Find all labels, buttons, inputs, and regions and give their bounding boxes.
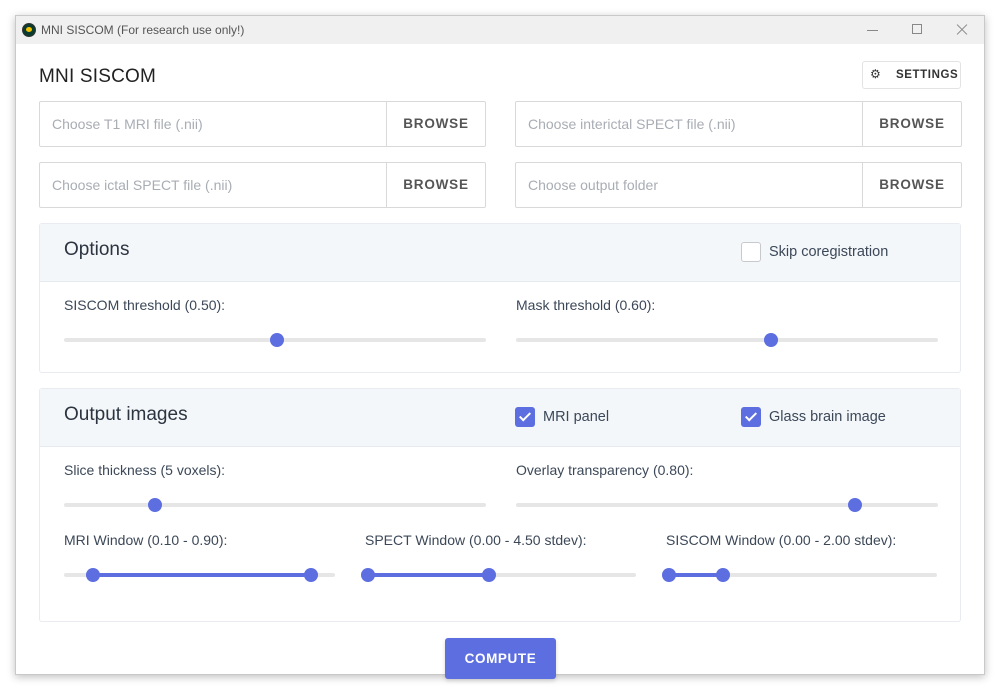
output-images-title: Output images (64, 404, 188, 425)
spect-window-low-thumb[interactable] (361, 568, 375, 582)
interictal-file-input[interactable] (516, 102, 862, 146)
interictal-browse-button[interactable]: BROWSE (862, 102, 961, 146)
siscom-window-high-thumb[interactable] (716, 568, 730, 582)
siscom-window-label: SISCOM Window (0.00 - 2.00 stdev): (666, 532, 897, 548)
siscom-window-range (669, 573, 723, 577)
options-title: Options (64, 239, 130, 260)
settings-label: SETTINGS (896, 69, 959, 81)
minimize-icon (867, 30, 878, 31)
output-images-card: Output images MRI panel Glass brain imag… (39, 388, 961, 622)
t1-file-group: BROWSE (39, 101, 486, 147)
page-title: MNI SISCOM (39, 66, 157, 87)
slice-thickness-slider[interactable] (64, 498, 486, 512)
overlay-transparency-slider[interactable] (516, 498, 938, 512)
siscom-threshold-label: SISCOM threshold (0.50): (64, 297, 226, 313)
skip-coregistration-checkbox[interactable] (741, 242, 761, 262)
slice-thickness-thumb[interactable] (148, 498, 162, 512)
brain-app-icon (22, 23, 36, 37)
options-header: Options Skip coregistration (40, 224, 960, 282)
spect-window-label: SPECT Window (0.00 - 4.50 stdev): (365, 532, 587, 548)
output-images-header: Output images MRI panel Glass brain imag… (40, 389, 960, 447)
t1-file-input[interactable] (40, 102, 386, 146)
interictal-file-group: BROWSE (515, 101, 962, 147)
spect-window-range (368, 573, 489, 577)
settings-button[interactable]: ⚙ SETTINGS (862, 61, 961, 89)
output-folder-input[interactable] (516, 163, 862, 207)
glass-brain-label[interactable]: Glass brain image (769, 409, 886, 425)
mask-threshold-thumb[interactable] (764, 333, 778, 347)
spect-window-high-thumb[interactable] (482, 568, 496, 582)
mask-threshold-label: Mask threshold (0.60): (516, 297, 656, 313)
mri-panel-checkbox[interactable] (515, 407, 535, 427)
spect-window-slider[interactable] (361, 568, 636, 582)
mri-window-label: MRI Window (0.10 - 0.90): (64, 532, 228, 548)
ictal-file-input[interactable] (40, 163, 386, 207)
gear-icon: ⚙ (870, 67, 882, 81)
glass-brain-checkbox[interactable] (741, 407, 761, 427)
ictal-browse-button[interactable]: BROWSE (386, 163, 485, 207)
close-button[interactable] (947, 20, 977, 40)
ictal-file-group: BROWSE (39, 162, 486, 208)
mri-window-slider[interactable] (64, 568, 335, 582)
output-browse-button[interactable]: BROWSE (862, 163, 961, 207)
minimize-button[interactable] (858, 20, 888, 40)
overlay-transparency-thumb[interactable] (848, 498, 862, 512)
window-title: MNI SISCOM (For research use only!) (41, 23, 245, 37)
t1-browse-button[interactable]: BROWSE (386, 102, 485, 146)
output-folder-group: BROWSE (515, 162, 962, 208)
siscom-threshold-thumb[interactable] (270, 333, 284, 347)
maximize-button[interactable] (903, 20, 933, 40)
app-window: MNI SISCOM (For research use only!) MNI … (15, 15, 985, 679)
mri-window-range (93, 573, 311, 577)
mask-threshold-slider[interactable] (516, 333, 938, 347)
mri-window-low-thumb[interactable] (86, 568, 100, 582)
siscom-window-slider[interactable] (662, 568, 937, 582)
checkmark-icon (518, 409, 532, 422)
title-bar: MNI SISCOM (For research use only!) (16, 16, 984, 44)
checkmark-icon (744, 409, 758, 422)
siscom-window-low-thumb[interactable] (662, 568, 676, 582)
compute-button[interactable]: COMPUTE (445, 638, 556, 679)
options-card: Options Skip coregistration SISCOM thres… (39, 223, 961, 373)
overlay-transparency-label: Overlay transparency (0.80): (516, 462, 694, 478)
maximize-icon (912, 24, 922, 34)
siscom-threshold-slider[interactable] (64, 333, 486, 347)
mri-panel-label[interactable]: MRI panel (543, 409, 609, 425)
mri-window-high-thumb[interactable] (304, 568, 318, 582)
skip-coregistration-label[interactable]: Skip coregistration (769, 244, 888, 260)
slice-thickness-label: Slice thickness (5 voxels): (64, 462, 226, 478)
main-content: MNI SISCOM ⚙ SETTINGS BROWSE BROWSE BROW… (16, 44, 984, 679)
